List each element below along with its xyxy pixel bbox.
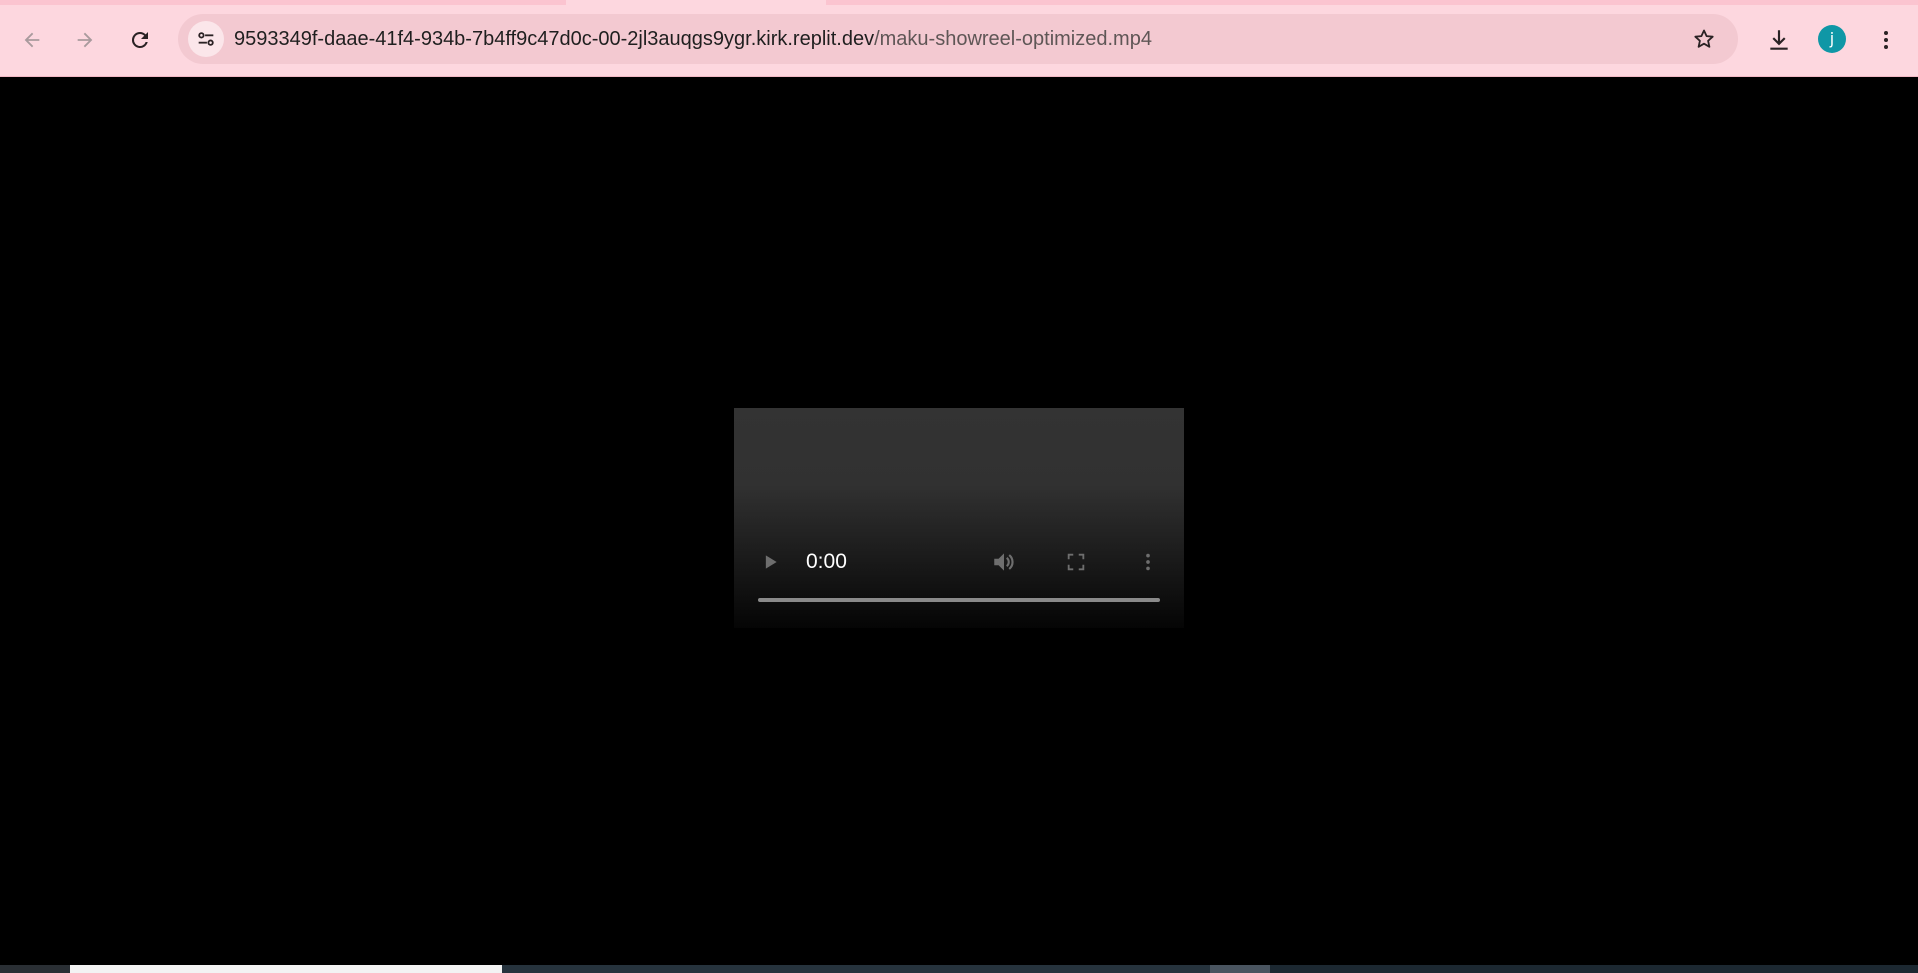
download-icon xyxy=(1770,30,1788,50)
video-current-time: 0:00 xyxy=(806,550,847,573)
kebab-menu-icon xyxy=(1884,31,1888,49)
fullscreen-button[interactable] xyxy=(1060,546,1092,578)
taskbar-segment xyxy=(0,965,70,973)
back-button[interactable] xyxy=(12,20,52,60)
taskbar-segment xyxy=(1270,965,1918,973)
tab-strip-edge xyxy=(826,0,1918,5)
browser-menu-button[interactable] xyxy=(1866,20,1906,60)
taskbar-segment xyxy=(1210,965,1270,973)
reload-button[interactable] xyxy=(120,20,160,60)
taskbar-segment xyxy=(502,965,1210,973)
taskbar xyxy=(0,965,1918,973)
reload-icon xyxy=(131,31,148,48)
star-icon xyxy=(1694,29,1714,48)
arrow-left-icon xyxy=(24,32,40,48)
video-player[interactable]: 0:00 xyxy=(734,408,1184,628)
mute-button[interactable] xyxy=(988,546,1020,578)
site-info-button[interactable] xyxy=(188,21,224,57)
more-options-button[interactable] xyxy=(1132,546,1164,578)
fullscreen-icon xyxy=(1067,553,1085,571)
forward-button[interactable] xyxy=(65,20,105,60)
url-path: /maku-showreel-optimized.mp4 xyxy=(874,28,1152,50)
profile-avatar[interactable]: j xyxy=(1818,25,1846,53)
video-progress-bar[interactable] xyxy=(758,598,1160,602)
tune-icon xyxy=(198,32,214,46)
play-button[interactable] xyxy=(754,546,786,578)
taskbar-segment xyxy=(70,965,502,973)
url-host: 9593349f-daae-41f4-934b-7b4ff9c47d0c-00-… xyxy=(234,28,875,50)
downloads-button[interactable] xyxy=(1759,20,1799,60)
play-icon xyxy=(765,555,777,569)
browser-toolbar: 9593349f-daae-41f4-934b-7b4ff9c47d0c-00-… xyxy=(0,0,1918,77)
tab-strip-edge xyxy=(0,0,566,5)
arrow-right-icon xyxy=(77,32,93,48)
address-bar[interactable]: 9593349f-daae-41f4-934b-7b4ff9c47d0c-00-… xyxy=(178,14,1738,64)
more-options-icon xyxy=(1146,553,1150,571)
volume-icon xyxy=(994,553,1014,571)
bookmark-button[interactable] xyxy=(1684,19,1724,59)
url-text[interactable]: 9593349f-daae-41f4-934b-7b4ff9c47d0c-00-… xyxy=(234,28,1152,50)
